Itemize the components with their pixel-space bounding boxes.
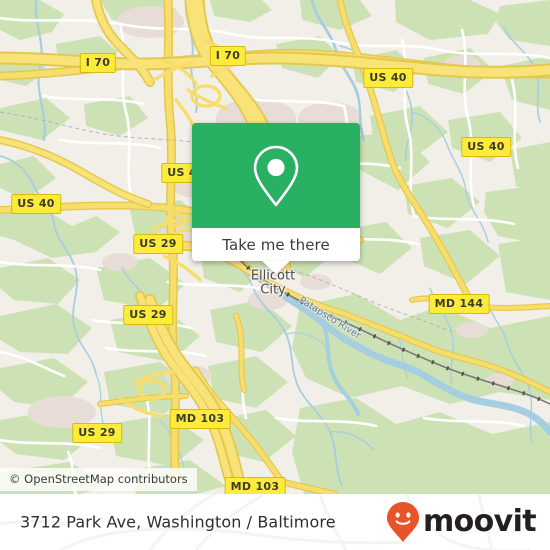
map-pin-icon <box>253 145 299 206</box>
route-shield: I 70 <box>79 53 117 73</box>
route-shield: US 40 <box>461 137 511 157</box>
osm-attribution[interactable]: © OpenStreetMap contributors <box>0 468 197 491</box>
route-shield: MD 103 <box>169 409 231 429</box>
route-shield: US 29 <box>123 305 173 325</box>
route-shield: US 40 <box>11 194 61 214</box>
route-shield: US 29 <box>133 234 183 254</box>
moovit-logo[interactable]: moovit <box>386 501 537 543</box>
take-me-there-button-label: Take me there <box>222 235 330 254</box>
moovit-wordmark: moovit <box>422 504 537 539</box>
moovit-smiley-pin-icon <box>386 502 419 542</box>
route-shield: I 70 <box>209 46 247 66</box>
footer-bar: 3712 Park Ave, Washington / Baltimore mo… <box>0 494 550 550</box>
route-shield: US 29 <box>72 423 122 443</box>
location-callout-card[interactable]: Take me there <box>192 123 360 274</box>
route-shield: US 40 <box>363 68 413 88</box>
route-shield: MD 103 <box>224 477 286 494</box>
callout-action-area[interactable]: Take me there <box>192 228 360 274</box>
location-title: 3712 Park Ave, Washington / Baltimore <box>20 512 336 532</box>
route-shield: MD 144 <box>428 294 490 314</box>
map-screenshot: US 40 Ellicott City Patapsco River I 70 I… <box>0 0 550 550</box>
callout-icon-area <box>192 123 360 228</box>
callout-pointer-tail <box>262 261 290 274</box>
